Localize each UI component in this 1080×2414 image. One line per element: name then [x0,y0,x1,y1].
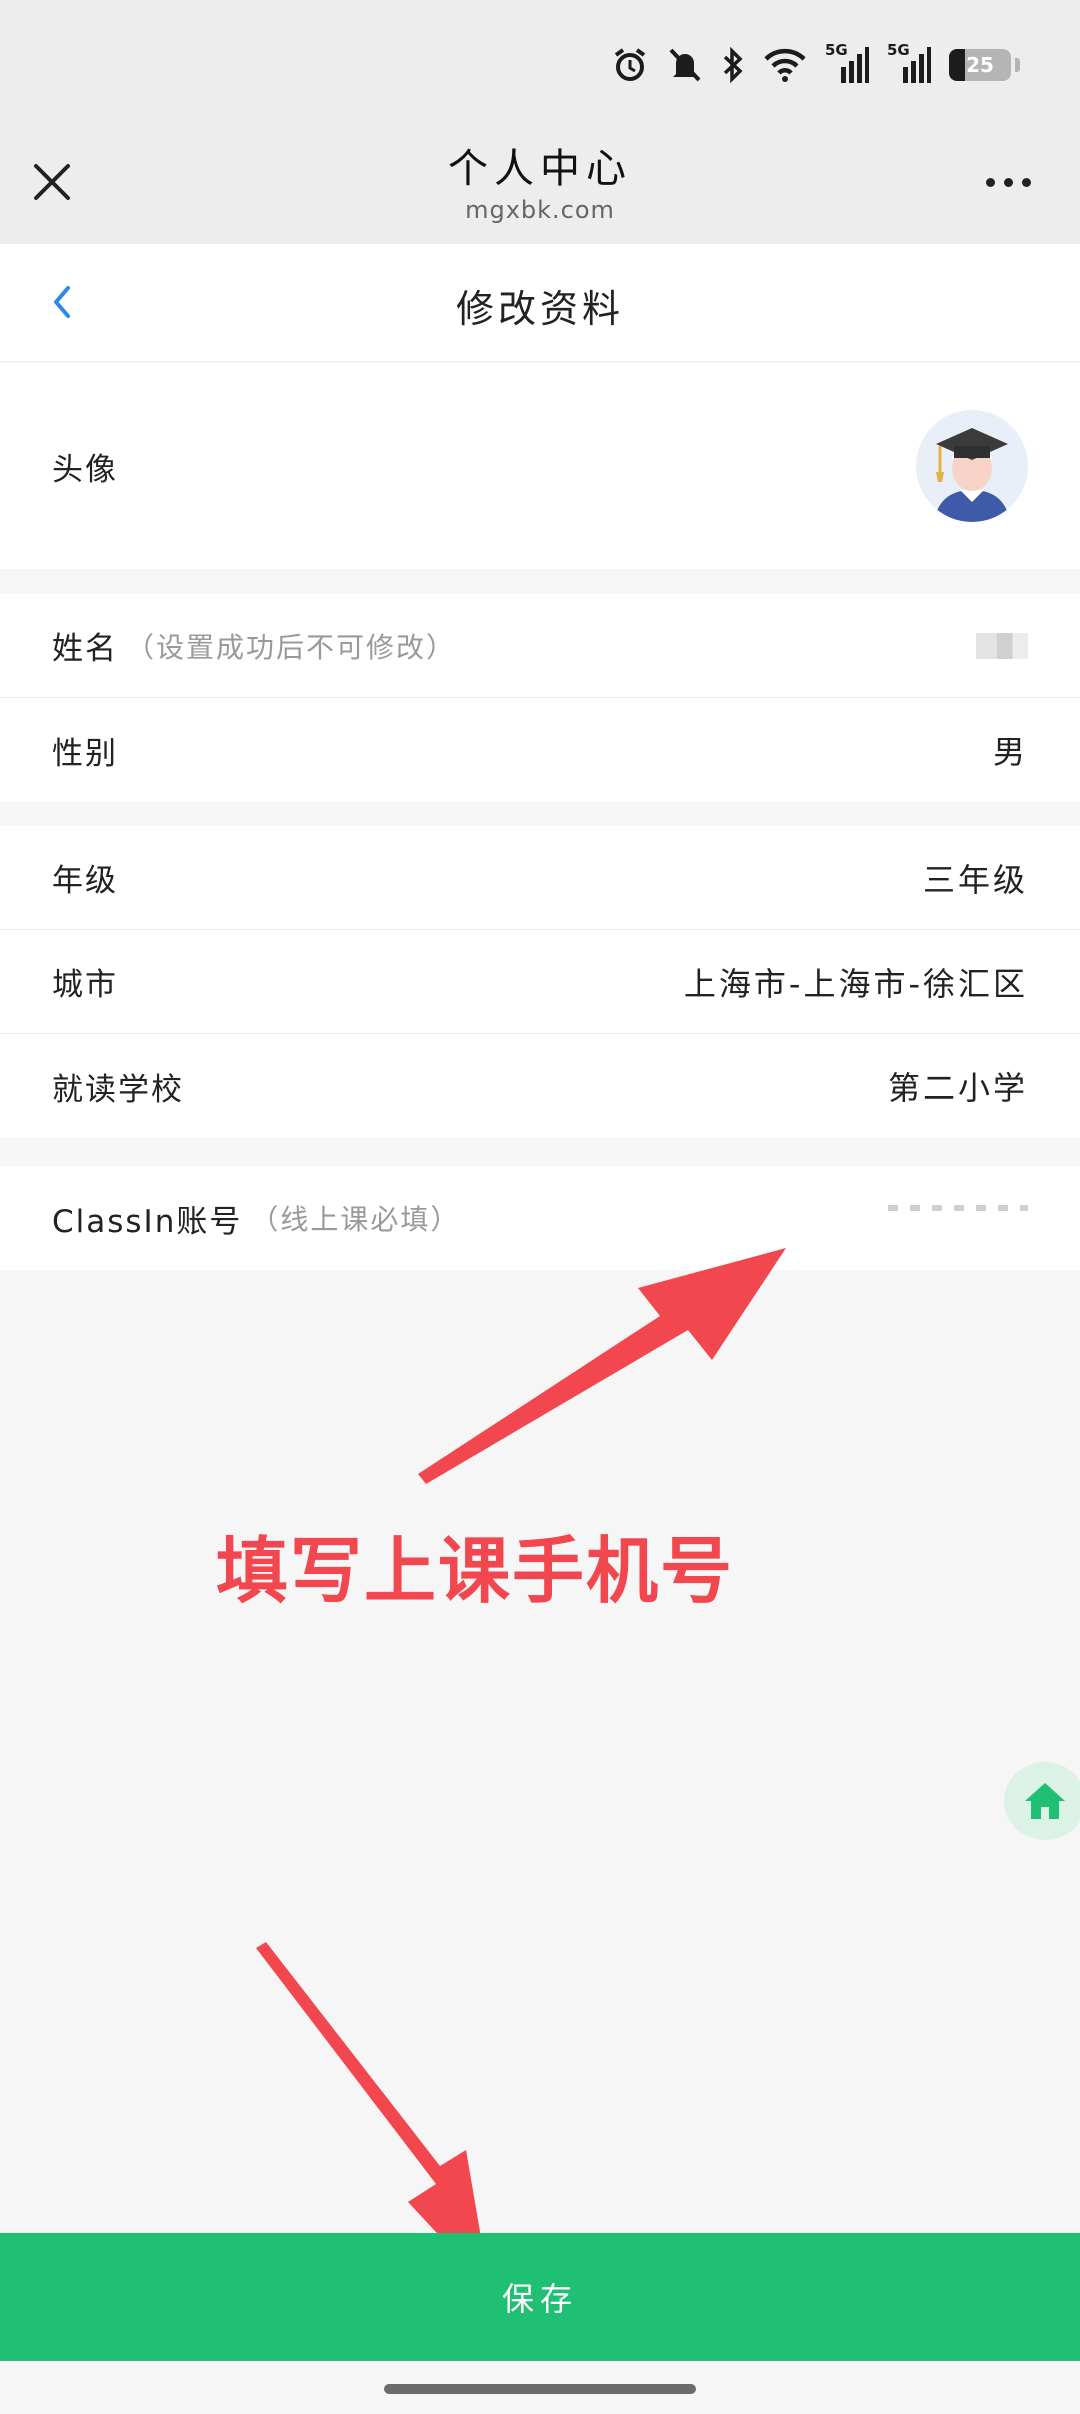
city-value: 上海市-上海市-徐汇区 [683,964,1028,1003]
annotation-text: 填写上课手机号 [216,1532,735,1612]
name-label: 姓名 [52,631,118,667]
arrow-up-right [418,1248,786,1484]
gender-label: 性别 [52,735,118,772]
page-subtitle: mgxbk.com [465,196,615,224]
name-label-group: 姓名 （设置成功后不可修改） [52,623,456,668]
classin-value-masked[interactable] [888,1205,1028,1211]
home-button[interactable] [1004,1762,1080,1840]
bluetooth-icon [723,46,743,84]
battery-level: 25 [966,53,994,77]
grade-value: 三年级 [922,860,1028,899]
nav-title: 修改资料 [455,287,624,331]
name-value-masked [976,632,1028,659]
app-header: 个人中心 mgxbk.com [0,120,1080,244]
avatar-label: 头像 [52,451,118,488]
classin-label: ClassIn账号 [52,1203,243,1240]
more-options-button[interactable] [986,172,1042,192]
school-label: 就读学校 [52,1071,184,1108]
basic-info-section: 姓名 （设置成功后不可修改） 性别 男 [0,594,1080,802]
grade-label: 年级 [52,863,118,899]
page-title: 个人中心 [448,146,632,192]
page: 5G 5G 25 个人中心 mgxbk.com 修改资料 头像 姓名 （设置成功… [0,0,1080,2414]
battery-icon: 25 [949,49,1011,81]
classin-label-group: ClassIn账号 （线上课必填） [52,1196,460,1241]
mute-icon [669,48,701,82]
home-icon [1025,1783,1065,1819]
gender-value: 男 [992,733,1028,771]
gender-row[interactable]: 性别 男 [0,698,1080,802]
battery-cap [1015,58,1020,72]
grade-row[interactable]: 年级 三年级 [0,826,1080,930]
status-bar: 5G 5G 25 [0,0,1080,120]
school-info-section: 年级 三年级 城市 上海市-上海市-徐汇区 就读学校 第二小学 [0,826,1080,1138]
avatar-row[interactable]: 头像 [0,363,1080,569]
school-value: 第二小学 [887,1069,1028,1107]
city-row[interactable]: 城市 上海市-上海市-徐汇区 [0,930,1080,1034]
status-icons: 5G 5G 25 [611,40,1020,90]
dot-icon [1022,177,1031,187]
classin-section: ClassIn账号 （线上课必填） [0,1166,1080,1270]
school-row[interactable]: 就读学校 第二小学 [0,1034,1080,1138]
signal-icon-2: 5G [887,41,931,85]
home-indicator[interactable] [384,2384,696,2394]
avatar-section: 头像 [0,363,1080,569]
nav-bar: 修改资料 [0,244,1080,362]
city-label: 城市 [52,967,118,1003]
wifi-icon [764,48,806,82]
name-hint: （设置成功后不可修改） [126,630,457,664]
classin-hint: （线上课必填） [250,1203,461,1236]
avatar[interactable] [916,410,1028,522]
name-row[interactable]: 姓名 （设置成功后不可修改） [0,594,1080,698]
graduate-avatar-icon [916,410,1028,522]
alarm-icon [614,48,646,81]
classin-row[interactable]: ClassIn账号 （线上课必填） [0,1166,1080,1270]
signal-icon-1: 5G [825,41,869,85]
save-button[interactable]: 保存 [0,2233,1080,2361]
dot-icon [1004,177,1013,187]
dot-icon [986,177,995,187]
